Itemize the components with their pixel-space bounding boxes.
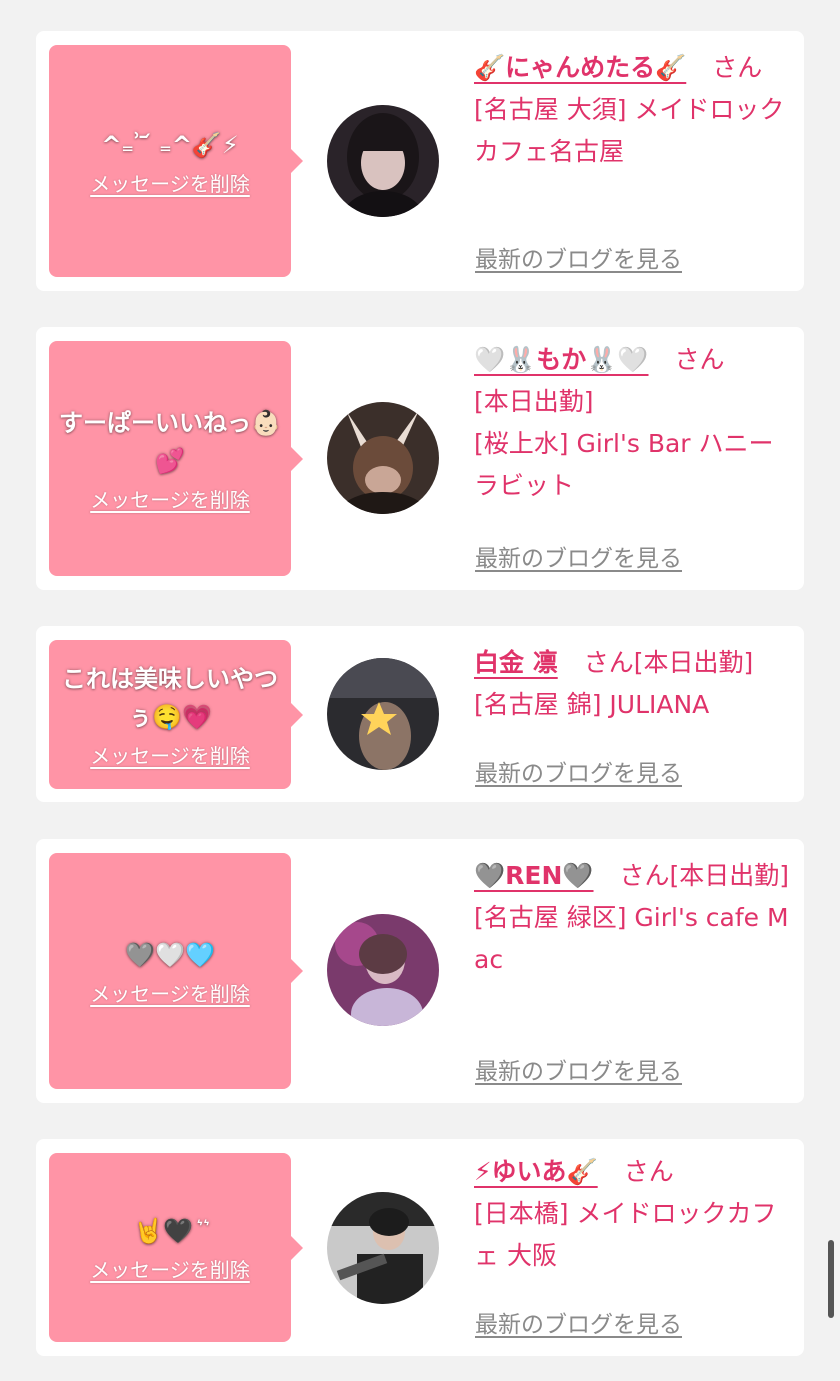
delete-message-link[interactable]: メッセージを削除 [90, 978, 250, 1007]
delete-message-link[interactable]: メッセージを削除 [90, 1254, 250, 1283]
message-bubble: 🩶🤍🩵 メッセージを削除 [49, 853, 303, 1089]
list-item: これは美味しいやつぅ🤤💗 メッセージを削除 白金 凛さん[本日出勤] [名古屋 … [36, 626, 804, 802]
delete-message-link[interactable]: メッセージを削除 [90, 740, 250, 769]
latest-blog-link[interactable]: 最新のブログを見る [475, 1305, 682, 1339]
profile-info: 🩶REN🩶 さん[本日出勤] [名古屋 緑区] Girl's cafe Mac [474, 855, 792, 981]
list-item: ^₌ ͗ ᷄ ₌^🎸⚡ メッセージを削除 🎸にゃんめたる🎸 さん [名古屋 大須]… [36, 31, 804, 291]
message-bubble: すーぱーいいねっ👶🏻💕 メッセージを削除 [49, 341, 303, 576]
profile-info: 🤍🐰もか🐰🤍 さん [本日出勤] [桜上水] Girl's Bar ハニーラビット [474, 339, 792, 507]
latest-blog-link[interactable]: 最新のブログを見る [475, 1052, 682, 1086]
message-bubble: これは美味しいやつぅ🤤💗 メッセージを削除 [49, 640, 303, 789]
honorific-label: さん [583, 648, 634, 677]
list-item: すーぱーいいねっ👶🏻💕 メッセージを削除 🤍🐰もか🐰🤍 さん [本日出勤] [桜上… [36, 327, 804, 590]
avatar[interactable] [327, 1192, 439, 1304]
shop-info: [名古屋 錦] JULIANA [474, 690, 710, 719]
avatar[interactable] [327, 658, 439, 770]
avatar[interactable] [327, 402, 439, 514]
shop-info: [名古屋 緑区] Girl's cafe Mac [474, 903, 789, 974]
profile-name-link[interactable]: 🎸にゃんめたる🎸 [474, 53, 686, 82]
profile-info: 白金 凛さん[本日出勤] [名古屋 錦] JULIANA [474, 642, 792, 726]
shop-info: [桜上水] Girl's Bar ハニーラビット [474, 429, 774, 500]
profile-info: 🎸にゃんめたる🎸 さん [名古屋 大須] メイドロックカフェ名古屋 [474, 47, 792, 173]
latest-blog-link[interactable]: 最新のブログを見る [475, 240, 682, 274]
avatar[interactable] [327, 105, 439, 217]
profile-info: ⚡ゆいあ🎸 さん [日本橋] メイドロックカフェ 大阪 [474, 1151, 792, 1277]
honorific-label: さん [712, 53, 763, 82]
profile-name-link[interactable]: 白金 凛 [474, 648, 558, 677]
shop-info: [名古屋 大須] メイドロックカフェ名古屋 [474, 95, 785, 166]
message-text: すーぱーいいねっ👶🏻💕 [59, 409, 281, 475]
message-text: 🤘🖤 ͛ ͛ [133, 1217, 207, 1245]
delete-message-link[interactable]: メッセージを削除 [90, 484, 250, 513]
message-text: これは美味しいやつぅ🤤💗 [62, 665, 278, 731]
profile-name-link[interactable]: ⚡ゆいあ🎸 [474, 1157, 598, 1186]
latest-blog-link[interactable]: 最新のブログを見る [475, 754, 682, 788]
honorific-label: さん [674, 345, 725, 374]
shop-info: [日本橋] メイドロックカフェ 大阪 [474, 1199, 777, 1270]
avatar[interactable] [327, 914, 439, 1026]
scrollbar-thumb[interactable] [828, 1240, 834, 1318]
delete-message-link[interactable]: メッセージを削除 [90, 168, 250, 197]
message-bubble: 🤘🖤 ͛ ͛ メッセージを削除 [49, 1153, 303, 1342]
profile-name-link[interactable]: 🩶REN🩶 [474, 861, 594, 890]
latest-blog-link[interactable]: 最新のブログを見る [475, 539, 682, 573]
list-item: 🤘🖤 ͛ ͛ メッセージを削除 ⚡ゆいあ🎸 さん [日本橋] メイドロックカフェ … [36, 1139, 804, 1356]
work-status: [本日出勤] [474, 387, 594, 416]
list-item: 🩶🤍🩵 メッセージを削除 🩶REN🩶 さん[本日出勤] [名古屋 緑区] Girl… [36, 839, 804, 1103]
message-text: 🩶🤍🩵 [125, 940, 215, 969]
favorites-list: ^₌ ͗ ᷄ ₌^🎸⚡ メッセージを削除 🎸にゃんめたる🎸 さん [名古屋 大須]… [0, 0, 840, 1381]
message-text: ^₌ ͗ ᷄ ₌^🎸⚡ [101, 130, 239, 159]
honorific-label: さん [619, 861, 670, 890]
work-status: [本日出勤] [669, 861, 790, 890]
profile-name-link[interactable]: 🤍🐰もか🐰🤍 [474, 345, 649, 374]
honorific-label: さん [623, 1157, 674, 1186]
message-bubble: ^₌ ͗ ᷄ ₌^🎸⚡ メッセージを削除 [49, 45, 303, 277]
work-status: [本日出勤] [633, 648, 754, 677]
